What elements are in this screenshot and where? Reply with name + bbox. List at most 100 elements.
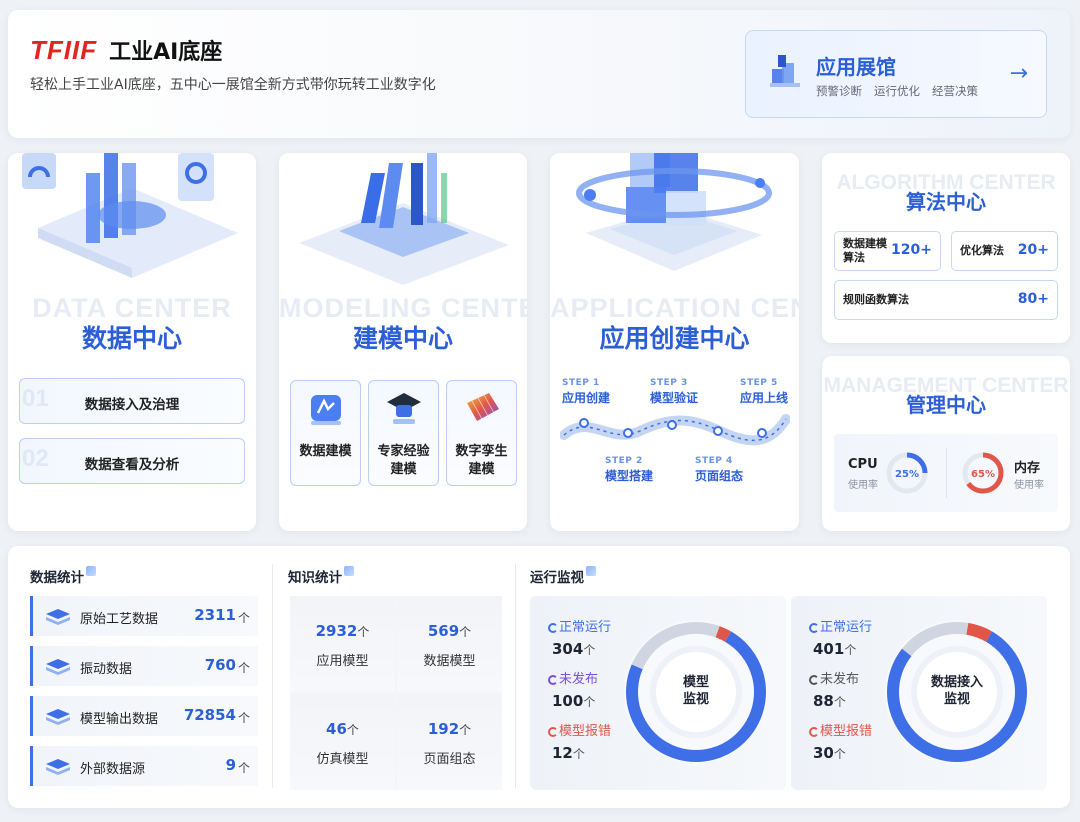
brand-logo: TFIIF [30,34,98,65]
cpu-gauge: 25% [886,452,928,494]
algo-count: 120+ [891,242,932,258]
page-subtitle: 轻松上手工业AI底座，五中心一展馆全新方式带你玩转工业数字化 [30,77,436,93]
graduation-cap-icon [387,393,421,424]
resource-panel: CPU 使用率 25% 65% 内存 使用率 [834,434,1058,512]
data-center-illustration [22,153,238,278]
knowledge-sim-models[interactable]: 46个 仿真模型 [290,694,395,790]
step-label: 模型搭建 [605,469,654,483]
data-stat-value: 9 [225,756,236,774]
tile-expert-modeling[interactable]: 专家经验 建模 [368,380,439,486]
status-ring-icon [548,675,558,685]
data-item-analyze[interactable]: 02 数据查看及分析 [19,438,245,484]
tile-label: 数字孪生 建模 [447,443,516,479]
model-monitor-panel[interactable]: 正常运行 304个 未发布 100个 模型报错 12个 模型 监视 [530,596,786,790]
step-label: 页面组态 [695,469,744,483]
data-stat-value: 2311 [194,606,236,624]
hall-tag: 预警诊断 [816,84,862,98]
data-center-card[interactable]: DATA CENTER 数据中心 01 数据接入及治理 02 数据查看及分析 [8,153,256,531]
management-center-title: 管理中心 [906,393,986,417]
monitor-status-label[interactable]: 正常运行 [809,616,872,635]
status-ring-icon [809,675,819,685]
data-access-monitor-panel[interactable]: 正常运行 401个 未发布 88个 模型报错 30个 数据接入 监视 [791,596,1047,790]
step-key: STEP 1 [562,378,600,388]
data-stat-value: 760 [204,656,236,674]
monitor-status-value: 12 [552,744,573,762]
stats-panel: 数据统计 原始工艺数据 2311 个振动数据 760 个模型输出数据 72854 个外部数据… [8,546,1070,808]
app-center-card[interactable]: APPLICATION CENTER 应用创建中心 STEP 1 应用创建 ST… [550,153,799,531]
algo-data-modeling[interactable]: 数据建模 算法 120+ [834,231,941,271]
unit-label: 个 [833,695,846,709]
data-item-label: 数据接入及治理 [84,397,180,413]
algo-count: 20+ [1017,242,1049,258]
monitor-status-label[interactable]: 正常运行 [548,616,611,635]
app-hall-button[interactable]: 应用展馆 预警诊断 运行优化 经营决策 → [745,30,1047,118]
knowledge-count: 2932 [315,622,358,640]
data-stat-row[interactable]: 外部数据源 9 个 [30,746,258,786]
corner-mark-icon [586,566,596,576]
step-3[interactable]: STEP 3 模型验证 [650,376,698,406]
monitor-status-text: 模型报错 [559,724,612,739]
knowledge-label: 应用模型 [316,654,369,669]
status-ring-icon [548,727,558,737]
algo-rule-function[interactable]: 规则函数算法 80+ [834,280,1058,320]
monitor-title: 运行监视 [530,566,596,586]
knowledge-app-models[interactable]: 2932个 应用模型 [290,596,395,692]
monitor-status-label[interactable]: 未发布 [548,668,598,687]
modeling-center-card[interactable]: MODELING CENTER 建模中心 数据建模 专家经验建模 数字孪生建模 [279,153,527,531]
data-stats-title: 数据统计 [30,566,96,586]
data-item-ingest[interactable]: 01 数据接入及治理 [19,378,245,424]
unit-label: 个 [237,761,250,775]
knowledge-data-models[interactable]: 569个 数据模型 [397,596,502,692]
knowledge-label: 仿真模型 [316,752,369,767]
algorithm-center-card[interactable]: ALGORITHM CENTER 算法中心 数据建模 算法 120+ 优化算法 2… [822,153,1070,343]
step-label: 应用创建 [562,391,611,405]
monitor-status-label[interactable]: 模型报错 [548,720,611,739]
status-ring-icon [809,623,819,633]
memory-label: 内存 [1014,461,1041,476]
donut-center-line: 监视 [943,692,970,707]
management-center-card[interactable]: MANAGEMENT CENTER 管理中心 CPU 使用率 25% 65% 内… [822,356,1070,531]
modeling-center-title: 建模中心 [352,324,453,353]
data-stat-row[interactable]: 模型输出数据 72854 个 [30,696,258,736]
step-1[interactable]: STEP 1 应用创建 [562,376,610,406]
unit-label: 个 [357,625,370,639]
algorithm-center-title: 算法中心 [906,190,986,214]
monitor-status-value: 88 [813,692,834,710]
algo-optimization[interactable]: 优化算法 20+ [951,231,1058,271]
data-stat-row[interactable]: 振动数据 760 个 [30,646,258,686]
unit-label: 个 [844,643,857,657]
monitor-status-text: 正常运行 [559,620,612,635]
unit-label: 个 [833,747,846,761]
surface-grid-icon [467,393,499,421]
layers-icon [46,609,70,625]
data-stat-value: 72854 [183,706,236,724]
unit-label: 个 [459,625,472,639]
tile-label: 专家经验 建模 [369,443,438,479]
step-key: STEP 5 [740,378,778,388]
tile-twin-modeling[interactable]: 数字孪生 建模 [446,380,517,486]
knowledge-page-config[interactable]: 192个 页面组态 [397,694,502,790]
algo-label: 数据建模 算法 [843,232,887,270]
layers-icon [46,659,70,675]
knowledge-label: 数据模型 [423,654,476,669]
hall-tag: 运行优化 [874,84,920,98]
monitor-status-text: 模型报错 [820,724,873,739]
step-key: STEP 2 [605,456,643,466]
step-2[interactable]: STEP 2 模型搭建 [605,454,653,484]
monitor-status-value: 30 [813,744,834,762]
tile-data-modeling[interactable]: 数据建模 [290,380,361,486]
algo-count: 80+ [1017,291,1049,307]
step-label: 模型验证 [650,391,699,405]
cpu-sub: 使用率 [848,480,878,491]
status-ring-icon [548,623,558,633]
monitor-status-label[interactable]: 模型报错 [809,720,872,739]
modeling-center-illustration [299,153,509,285]
monitor-status-label[interactable]: 未发布 [809,668,859,687]
step-4[interactable]: STEP 4 页面组态 [695,454,743,484]
data-stat-row[interactable]: 原始工艺数据 2311 个 [30,596,258,636]
algo-label: 规则函数算法 [843,293,909,306]
monitor-status-text: 未发布 [559,672,599,687]
data-stat-label: 模型输出数据 [80,712,159,727]
step-5[interactable]: STEP 5 应用上线 [740,376,788,406]
donut-center-line: 数据接入 [930,675,983,690]
